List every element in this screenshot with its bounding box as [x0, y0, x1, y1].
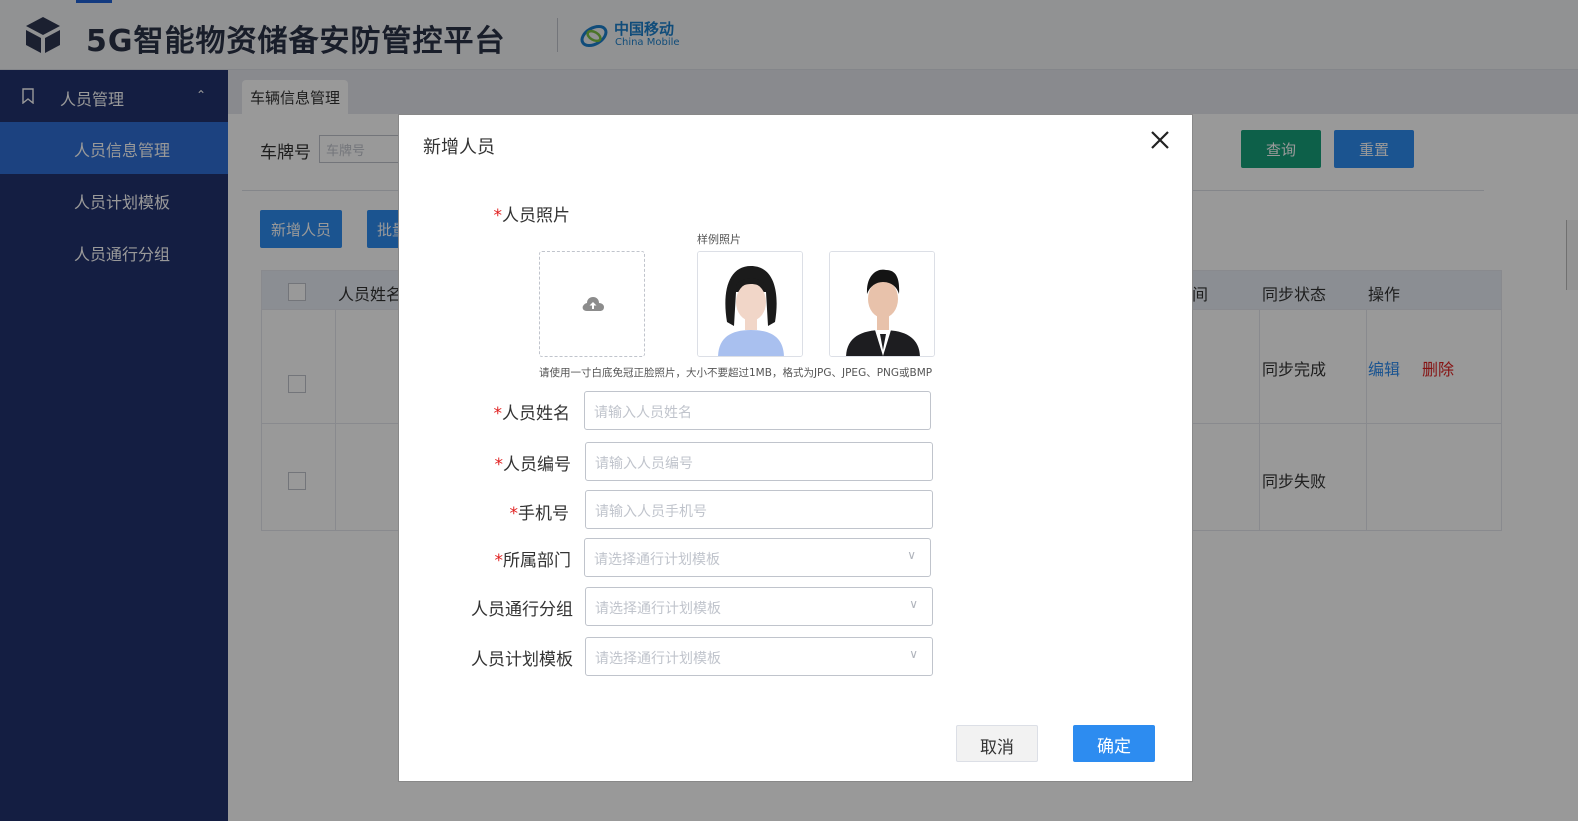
photo-upload-hint: 请使用一寸白底免冠正脸照片，大小不要超过1MB，格式为JPG、JPEG、PNG或… [539, 367, 933, 379]
photo-upload-area[interactable] [539, 251, 645, 357]
department-label: *所属部门 [494, 551, 572, 571]
cloud-upload-icon [582, 297, 604, 311]
chevron-down-icon: ∨ [907, 548, 916, 562]
close-icon[interactable] [1149, 129, 1171, 151]
sample-photo-female [697, 251, 803, 357]
confirm-button[interactable]: 确定 [1073, 725, 1155, 762]
dialog-title: 新增人员 [423, 137, 495, 158]
add-personnel-dialog: 新增人员 *人员照片 样例照片 请使用一寸白底免冠正脸照片，大小不要超过1MB，… [398, 114, 1193, 782]
department-placeholder: 请选择通行计划模板 [594, 552, 720, 568]
chevron-down-icon: ∨ [909, 597, 918, 611]
chevron-down-icon: ∨ [909, 647, 918, 661]
plan-template-select[interactable]: 请选择通行计划模板 ∨ [585, 637, 933, 676]
cancel-button[interactable]: 取消 [956, 725, 1038, 762]
pass-group-select[interactable]: 请选择通行计划模板 ∨ [585, 587, 933, 626]
number-label: *人员编号 [494, 455, 572, 475]
pass-group-placeholder: 请选择通行计划模板 [595, 601, 721, 617]
name-label: *人员姓名 [493, 404, 571, 424]
sample-photo-male [829, 251, 935, 357]
plan-template-label: 人员计划模板 [471, 650, 573, 670]
department-select[interactable]: 请选择通行计划模板 ∨ [584, 538, 931, 577]
phone-input[interactable]: 请输入人员手机号 [585, 490, 933, 529]
sample-photo-label: 样例照片 [697, 233, 741, 246]
pass-group-label: 人员通行分组 [471, 600, 573, 620]
photo-label: *人员照片 [493, 206, 571, 226]
name-input[interactable]: 请输入人员姓名 [584, 391, 931, 430]
plan-template-placeholder: 请选择通行计划模板 [595, 651, 721, 667]
required-mark: * [493, 206, 503, 226]
number-input[interactable]: 请输入人员编号 [585, 442, 933, 481]
phone-label: *手机号 [509, 504, 570, 524]
